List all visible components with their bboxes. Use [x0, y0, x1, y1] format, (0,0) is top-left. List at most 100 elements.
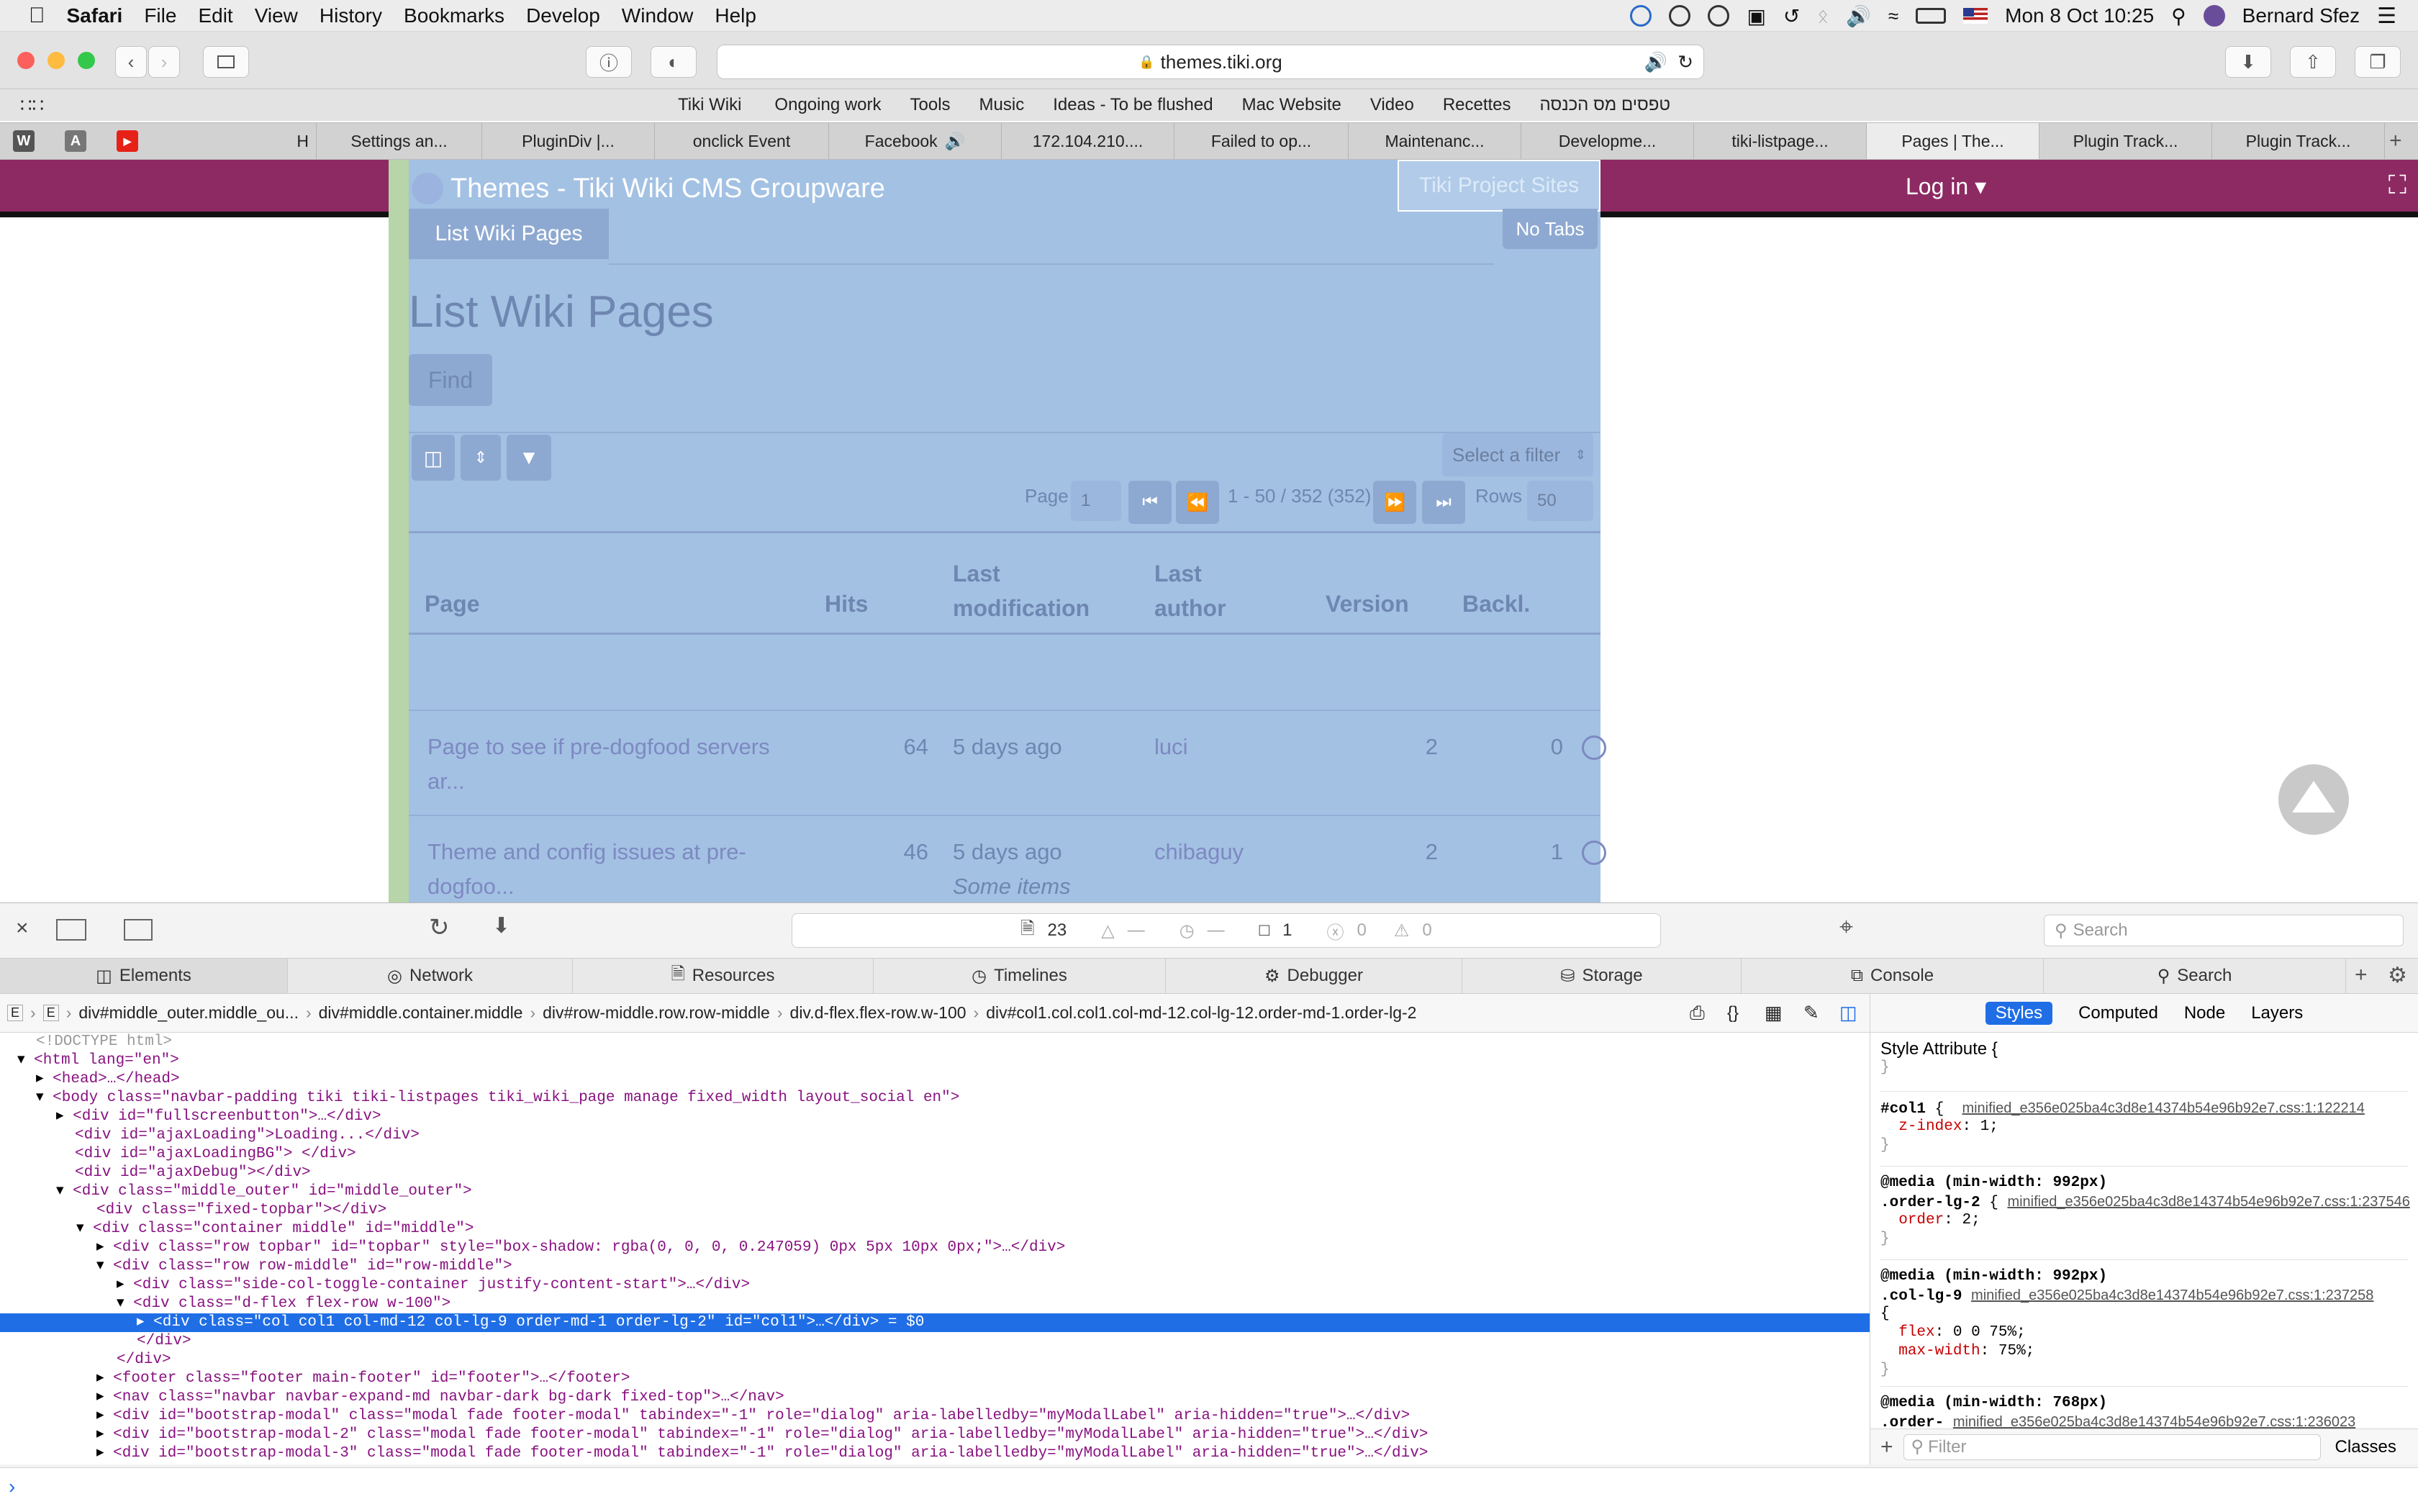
time-machine-icon[interactable]: ↺: [1783, 4, 1800, 28]
dom-node[interactable]: ▾ <html lang="en">: [0, 1051, 1870, 1070]
dom-node[interactable]: ▸ <div id="bootstrap-modal-3" class="mod…: [0, 1444, 1870, 1463]
tab-list-wiki-pages[interactable]: List Wiki Pages: [409, 209, 609, 259]
reload-page-icon[interactable]: ↻: [429, 913, 450, 942]
minimize-window-button[interactable]: [47, 52, 65, 69]
menu-bookmarks[interactable]: Bookmarks: [404, 4, 504, 27]
dom-node[interactable]: ▸ <footer class="footer main-footer" id=…: [0, 1370, 1870, 1388]
dom-node[interactable]: ▸ <div id="bootstrap-modal" class="modal…: [0, 1407, 1870, 1426]
source-link[interactable]: minified_e356e025ba4c3d8e14374b54e96b92e…: [1962, 1100, 2364, 1116]
audio-icon[interactable]: 🔊: [945, 132, 966, 151]
tab-h[interactable]: H: [166, 123, 317, 159]
fav-video[interactable]: Video: [1370, 95, 1414, 115]
dom-node[interactable]: ▾ <div class="row row-middle" id="row-mi…: [0, 1257, 1870, 1276]
menu-user-name[interactable]: Bernard Sfez: [2242, 4, 2360, 27]
menu-edit[interactable]: Edit: [198, 4, 232, 27]
history-icon[interactable]: [1582, 735, 1606, 760]
creative-cloud-icon[interactable]: [1669, 5, 1691, 27]
tab-computed[interactable]: Computed: [2078, 1003, 2158, 1023]
volume-icon[interactable]: 🔊: [1846, 4, 1871, 28]
settings-gear-icon[interactable]: ⚙: [2388, 963, 2407, 988]
apple-icon[interactable]: : [29, 4, 45, 28]
spotlight-icon[interactable]: ⚲: [2171, 4, 2186, 28]
apps-grid-icon[interactable]: ∷∷: [20, 94, 44, 117]
fav-mac-website[interactable]: Mac Website: [1242, 95, 1341, 115]
dom-node[interactable]: ▸ <nav class="navbar navbar-expand-md na…: [0, 1388, 1870, 1407]
sort-button[interactable]: ⇕: [461, 435, 501, 481]
fav-tiki-wiki[interactable]: Tiki Wiki: [678, 95, 741, 115]
add-rule-icon[interactable]: +: [1880, 1435, 1893, 1459]
login-button[interactable]: Log in ▾: [1906, 173, 1986, 200]
rule-declaration[interactable]: z-index: 1;: [1880, 1118, 2408, 1136]
last-page-button[interactable]: ⏭: [1422, 481, 1465, 524]
tab-debugger[interactable]: ⚙ Debugger: [1166, 959, 1462, 993]
tab-onclick-event[interactable]: onclick Event: [655, 123, 829, 159]
downloads-button[interactable]: ⬇: [2225, 46, 2271, 78]
tab-timelines[interactable]: ◷ Timelines: [874, 959, 1166, 993]
filter-button[interactable]: ▼: [507, 435, 551, 481]
address-bar[interactable]: 🔒 themes.tiki.org 🔊 ↻: [717, 45, 1704, 79]
flag-icon[interactable]: [1963, 8, 1988, 24]
onepassword-icon[interactable]: [1708, 5, 1730, 27]
fav-ideas[interactable]: Ideas - To be flushed: [1053, 95, 1213, 115]
scroll-to-top-button[interactable]: [2278, 764, 2349, 835]
row-page-link[interactable]: Page to see if pre-dogfood servers ar...: [427, 730, 773, 799]
first-page-button[interactable]: ⏮: [1128, 481, 1172, 524]
dom-node-selected[interactable]: ▸ <div class="col col1 col-md-12 col-lg-…: [0, 1313, 1870, 1332]
tab-search[interactable]: ⚲ Search: [2044, 959, 2346, 993]
dom-tree[interactable]: <!DOCTYPE html> ▾ <html lang="en"> ▸ <he…: [0, 1033, 1870, 1465]
tab-ip[interactable]: 172.104.210....: [1002, 123, 1174, 159]
extension-button[interactable]: ◐: [651, 46, 697, 78]
dom-node[interactable]: ▸ <div id="bootstrap-modal-2" class="mod…: [0, 1426, 1870, 1444]
console-prompt[interactable]: ›: [0, 1467, 2418, 1512]
col-header-page[interactable]: Page: [425, 591, 479, 617]
close-window-button[interactable]: [17, 52, 35, 69]
dom-node[interactable]: <div id="ajaxLoadingBG"> </div>: [0, 1145, 1870, 1164]
rule-selector[interactable]: .col-lg-9 minified_e356e025ba4c3d8e14374…: [1880, 1286, 2408, 1305]
source-link[interactable]: minified_e356e025ba4c3d8e14374b54e96b92e…: [1971, 1287, 2373, 1303]
menu-develop[interactable]: Develop: [526, 4, 600, 27]
audio-playing-icon[interactable]: 🔊: [1644, 51, 1667, 73]
styles-filter-input[interactable]: ⚲ Filter: [1903, 1434, 2321, 1460]
tab-facebook[interactable]: Facebook 🔊: [829, 123, 1002, 159]
source-link[interactable]: minified_e356e025ba4c3d8e14374b54e96b92e…: [2007, 1194, 2409, 1210]
tab-console[interactable]: ⧉ Console: [1742, 959, 2044, 993]
col-header-backlinks[interactable]: Backl.: [1462, 591, 1530, 617]
menu-datetime[interactable]: Mon 8 Oct 10:25: [2005, 4, 2154, 27]
site-brand[interactable]: Themes - Tiki Wiki CMS Groupware: [412, 170, 885, 207]
dom-node[interactable]: <div id="ajaxLoading">Loading...</div>: [0, 1126, 1870, 1145]
next-page-button[interactable]: ⏩: [1373, 481, 1416, 524]
breadcrumb-item[interactable]: div.d-flex.flex-row.w-100: [790, 1003, 966, 1023]
fullscreen-icon[interactable]: ⛶: [2388, 170, 2406, 201]
fleet-icon[interactable]: [1630, 5, 1652, 27]
column-toggle-button[interactable]: ◫: [412, 435, 455, 481]
tab-maintenance[interactable]: Maintenanc...: [1349, 123, 1521, 159]
box-icon[interactable]: ▣: [1747, 4, 1765, 28]
tab-styles[interactable]: Styles: [1985, 1001, 2053, 1025]
dom-node[interactable]: ▸ <div class="side-col-toggle-container …: [0, 1276, 1870, 1295]
breadcrumb-item[interactable]: E: [7, 1005, 24, 1021]
menu-help[interactable]: Help: [715, 4, 756, 27]
find-button[interactable]: Find: [409, 354, 492, 406]
dom-node[interactable]: ▸ <head>…</head>: [0, 1070, 1870, 1089]
dom-node[interactable]: <div id="ajaxDebug"></div>: [0, 1164, 1870, 1182]
fav-music[interactable]: Music: [979, 95, 1025, 115]
zoom-window-button[interactable]: [78, 52, 95, 69]
fav-tools[interactable]: Tools: [910, 95, 951, 115]
breadcrumb-item[interactable]: div#col1.col.col1.col-md-12.col-lg-12.or…: [986, 1003, 1416, 1023]
share-button[interactable]: ⇧: [2290, 46, 2336, 78]
dom-node[interactable]: ▾ <div class="d-flex flex-row w-100">: [0, 1295, 1870, 1313]
col-header-last-modification[interactable]: Last modification: [953, 556, 1104, 625]
no-tabs-button[interactable]: No Tabs: [1503, 209, 1598, 249]
tab-layers[interactable]: Layers: [2251, 1003, 2303, 1023]
project-sites-dropdown[interactable]: Tiki Project Sites: [1398, 160, 1600, 212]
tab-listpages[interactable]: tiki-listpage...: [1694, 123, 1867, 159]
dom-node[interactable]: ▾ <div class="middle_outer" id="middle_o…: [0, 1182, 1870, 1201]
detach-icon[interactable]: [56, 919, 86, 941]
row-author[interactable]: chibaguy: [1154, 835, 1244, 869]
battery-icon[interactable]: [1916, 8, 1947, 24]
print-icon[interactable]: ⎙: [1690, 1002, 1705, 1025]
resource-count[interactable]: 23: [1048, 920, 1067, 941]
menu-history[interactable]: History: [320, 4, 382, 27]
tab-plugin-tracker-2[interactable]: Plugin Track...: [2212, 123, 2385, 159]
breadcrumb-item[interactable]: div#row-middle.row.row-middle: [543, 1003, 770, 1023]
